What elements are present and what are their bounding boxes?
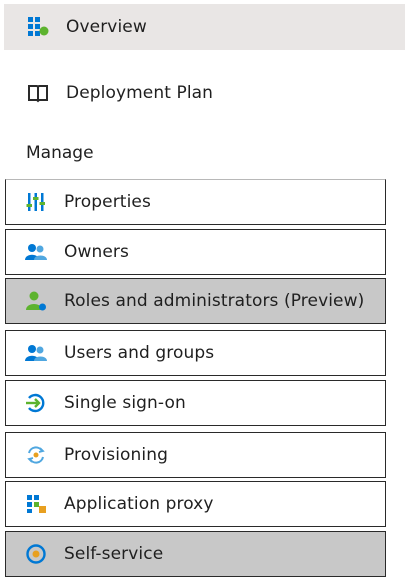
menu-item-label: Owners <box>64 242 129 262</box>
manage-section-heading: Manage <box>26 143 94 163</box>
nav-item-overview[interactable]: Overview <box>4 4 405 50</box>
owners-icon <box>24 240 48 264</box>
menu-item-label: Properties <box>64 192 151 212</box>
users-groups-icon <box>24 341 48 365</box>
menu-item-label: Roles and administrators (Preview) <box>64 291 365 311</box>
menu-item-self-service[interactable]: Self-service <box>5 531 386 577</box>
menu-item-label: Users and groups <box>64 343 215 363</box>
nav-item-overview-label: Overview <box>66 17 147 37</box>
book-icon <box>26 81 50 105</box>
menu-item-roles-administrators[interactable]: Roles and administrators (Preview) <box>5 278 386 324</box>
menu-item-properties[interactable]: Properties <box>5 179 386 225</box>
properties-icon <box>24 190 48 214</box>
menu-item-single-sign-on[interactable]: Single sign-on <box>5 380 386 426</box>
menu-item-users-groups[interactable]: Users and groups <box>5 330 386 376</box>
menu-item-label: Self-service <box>64 544 164 564</box>
menu-item-application-proxy[interactable]: Application proxy <box>5 481 386 527</box>
nav-item-deployment-plan-label: Deployment Plan <box>66 83 214 103</box>
overview-grid-icon <box>26 15 50 39</box>
roles-icon <box>24 289 48 313</box>
menu-item-label: Application proxy <box>64 494 214 514</box>
self-service-icon <box>24 542 48 566</box>
nav-item-deployment-plan[interactable]: Deployment Plan <box>4 70 405 116</box>
menu-item-label: Single sign-on <box>64 393 186 413</box>
menu-item-owners[interactable]: Owners <box>5 229 386 275</box>
app-proxy-icon <box>24 492 48 516</box>
menu-item-label: Provisioning <box>64 445 168 465</box>
sso-icon <box>24 391 48 415</box>
menu-item-provisioning[interactable]: Provisioning <box>5 432 386 478</box>
provisioning-icon <box>24 443 48 467</box>
